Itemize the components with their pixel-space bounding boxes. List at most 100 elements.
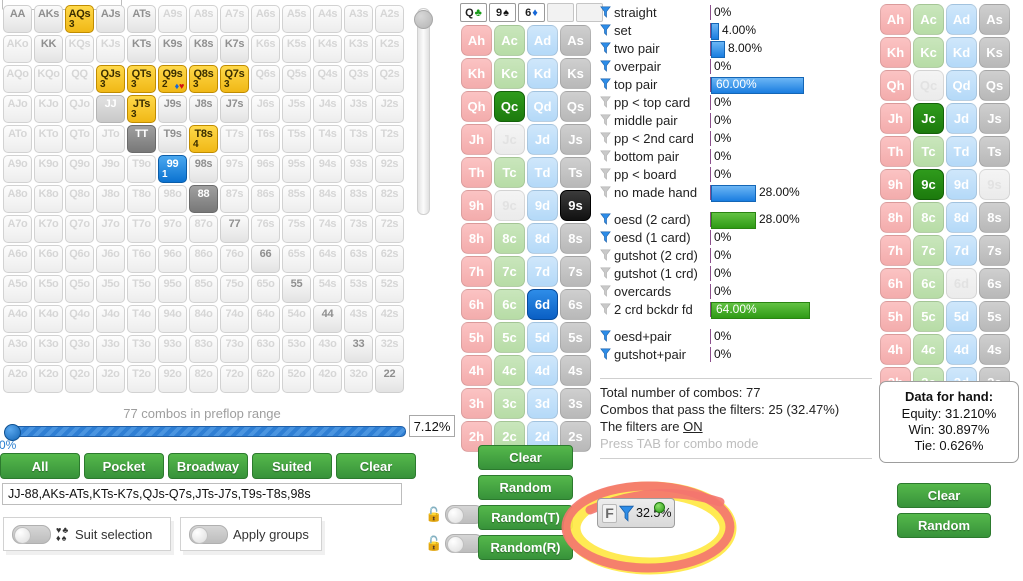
matrix-cell[interactable]: A5s: [282, 5, 311, 33]
villain-card-Ks[interactable]: Ks: [979, 37, 1010, 68]
filter-row[interactable]: gutshot (2 crd) 0%: [600, 246, 872, 264]
filter-row[interactable]: pp < 2nd card 0%: [600, 129, 872, 147]
matrix-cell[interactable]: K8s: [189, 35, 218, 63]
matrix-cell[interactable]: 76s: [251, 215, 280, 243]
matrix-cell[interactable]: Q4s: [313, 65, 342, 93]
matrix-cell[interactable]: K5o: [34, 275, 63, 303]
villain-card-5h[interactable]: 5h: [880, 301, 911, 332]
villain-card-Ad[interactable]: Ad: [946, 4, 977, 35]
villain-card-Jh[interactable]: Jh: [880, 103, 911, 134]
villain-card-5d[interactable]: 5d: [946, 301, 977, 332]
filter-name[interactable]: bottom pair: [600, 149, 710, 164]
board-cards-bar[interactable]: Q ♣ 9 ♠ 6 ♦: [460, 3, 603, 22]
hero-card-As[interactable]: As: [560, 25, 591, 56]
matrix-cell[interactable]: J7s: [220, 95, 249, 123]
hero-card-grid[interactable]: Ah Ac Ad As Kh Kc Kd Ks Qh Qc Qd Qs Jh Jc Jd Js Th Tc Td Ts…: [460, 24, 592, 453]
filter-row[interactable]: overpair 0%: [600, 57, 872, 75]
matrix-cell[interactable]: 52s: [375, 275, 404, 303]
villain-card-7c[interactable]: 7c: [913, 235, 944, 266]
filter-name[interactable]: two pair: [600, 41, 710, 56]
hero-card-9c[interactable]: 9c: [494, 190, 525, 221]
matrix-cell[interactable]: K9s: [158, 35, 187, 63]
matrix-cell[interactable]: 92o: [158, 365, 187, 393]
matrix-cell[interactable]: AKo: [3, 35, 32, 63]
matrix-cell[interactable]: T5o: [127, 275, 156, 303]
filter-row[interactable]: oesd (2 card) 28.00%: [600, 210, 872, 229]
matrix-cell[interactable]: K5s: [282, 35, 311, 63]
filter-row[interactable]: gutshot (1 crd) 0%: [600, 264, 872, 282]
matrix-cell[interactable]: T3s: [344, 125, 373, 153]
matrix-cell[interactable]: A7s: [220, 5, 249, 33]
suit-selection-toggle[interactable]: ♥♣ ♦♠ Suit selection: [3, 517, 171, 551]
matrix-cell[interactable]: 83s: [344, 185, 373, 213]
hero-card-6h[interactable]: 6h: [461, 289, 492, 320]
matrix-cell[interactable]: QQ: [65, 65, 94, 93]
matrix-cell[interactable]: 97o: [158, 215, 187, 243]
matrix-cell[interactable]: 87o: [189, 215, 218, 243]
matrix-cell[interactable]: Q5o: [65, 275, 94, 303]
matrix-cell[interactable]: K3s: [344, 35, 373, 63]
matrix-cell[interactable]: 73s: [344, 215, 373, 243]
funnel-icon[interactable]: [600, 348, 611, 360]
funnel-icon[interactable]: [600, 186, 611, 198]
villain-card-8d[interactable]: 8d: [946, 202, 977, 233]
matrix-cell[interactable]: T7s: [220, 125, 249, 153]
filter-name[interactable]: overcards: [600, 284, 710, 299]
matrix-cell[interactable]: J2s: [375, 95, 404, 123]
matrix-cell[interactable]: 43s: [344, 305, 373, 333]
matrix-cell[interactable]: A9s: [158, 5, 187, 33]
matrix-cell[interactable]: A9o: [3, 155, 32, 183]
matrix-cell[interactable]: 55: [282, 275, 311, 303]
hero-card-7d[interactable]: 7d: [527, 256, 558, 287]
range-percent-value[interactable]: 7.12%: [409, 415, 455, 437]
villain-card-Kd[interactable]: Kd: [946, 37, 977, 68]
villain-card-As[interactable]: As: [979, 4, 1010, 35]
hero-card-Ts[interactable]: Ts: [560, 157, 591, 188]
matrix-cell[interactable]: KTs: [127, 35, 156, 63]
matrix-cell[interactable]: KQs: [65, 35, 94, 63]
matrix-cell[interactable]: K2o: [34, 365, 63, 393]
filter-row[interactable]: pp < board 0%: [600, 165, 872, 183]
hero-card-Jd[interactable]: Jd: [527, 124, 558, 155]
matrix-cell[interactable]: T3o: [127, 335, 156, 363]
filter-name[interactable]: gutshot (1 crd): [600, 266, 710, 281]
hero-card-3s[interactable]: 3s: [560, 388, 591, 419]
funnel-icon[interactable]: [600, 303, 611, 315]
hero-card-8h[interactable]: 8h: [461, 223, 492, 254]
matrix-cell[interactable]: J8s: [189, 95, 218, 123]
matrix-cell[interactable]: T9s: [158, 125, 187, 153]
matrix-cell[interactable]: Q8o: [65, 185, 94, 213]
matrix-cell[interactable]: J9o: [96, 155, 125, 183]
filters-state-value[interactable]: ON: [683, 419, 703, 434]
matrix-cell[interactable]: T5s: [282, 125, 311, 153]
matrix-cell[interactable]: 42o: [313, 365, 342, 393]
villain-card-Kc[interactable]: Kc: [913, 37, 944, 68]
filter-row[interactable]: two pair 8.00%: [600, 39, 872, 58]
matrix-cell[interactable]: J5o: [96, 275, 125, 303]
hero-card-Qc[interactable]: Qc: [494, 91, 525, 122]
matrix-cell[interactable]: 65s: [282, 245, 311, 273]
hero-card-Kd[interactable]: Kd: [527, 58, 558, 89]
matrix-cell[interactable]: 97s: [220, 155, 249, 183]
unlock-icon[interactable]: 🔓: [425, 506, 442, 523]
preflop-hand-matrix[interactable]: AA AKs AQs 3 AJs ATs A9s A8s A7s A6s A5s A4s A3s A2s A…: [2, 0, 406, 404]
matrix-cell[interactable]: 54s: [313, 275, 342, 303]
matrix-cell[interactable]: 44: [313, 305, 342, 333]
matrix-cell[interactable]: AJo: [3, 95, 32, 123]
filter-name[interactable]: gutshot+pair: [600, 347, 710, 362]
matrix-cell[interactable]: 73o: [220, 335, 249, 363]
matrix-cell[interactable]: T8s 4: [189, 125, 218, 153]
filter-row[interactable]: overcards 0%: [600, 282, 872, 300]
range-preset-clear-button[interactable]: Clear: [336, 453, 416, 479]
matrix-cell[interactable]: 64s: [313, 245, 342, 273]
hero-card-4h[interactable]: 4h: [461, 355, 492, 386]
matrix-cell[interactable]: J8o: [96, 185, 125, 213]
matrix-cell[interactable]: J5s: [282, 95, 311, 123]
villain-card-9c[interactable]: 9c: [913, 169, 944, 200]
matrix-cell[interactable]: J9s: [158, 95, 187, 123]
hero-card-Td[interactable]: Td: [527, 157, 558, 188]
matrix-cell[interactable]: 72s: [375, 215, 404, 243]
matrix-cell[interactable]: 96o: [158, 245, 187, 273]
matrix-cell[interactable]: 94o: [158, 305, 187, 333]
villain-card-9h[interactable]: 9h: [880, 169, 911, 200]
